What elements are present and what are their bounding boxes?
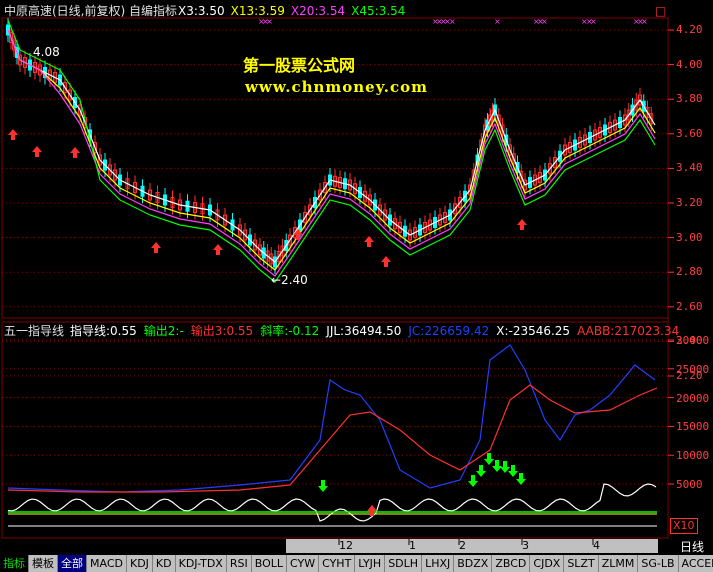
time-axis-label: 3 bbox=[522, 539, 529, 552]
ma-legend: X3:3.50 X13:3.59 X20:3.54 X45:3.54 bbox=[178, 4, 405, 18]
indicator-tick-label: 15000 bbox=[676, 420, 710, 434]
indicator-legend-item: 指导线:0.55 bbox=[70, 324, 137, 338]
indicator-legend: 指导线:0.55 输出2:- 输出3:0.55 斜率:-0.12 JJL:36494.5… bbox=[70, 324, 679, 338]
indicator-tab-bar: 指标 模板 全部 MACD KDJ KD KDJ-TDX RSI BOLL CYW CYHT LYJH… bbox=[0, 555, 713, 572]
price-tick-label: 4.20 bbox=[676, 23, 703, 36]
time-axis-label: 4 bbox=[593, 539, 600, 552]
indicator-legend-item: JJL:36494.50 bbox=[326, 324, 402, 338]
signal-marker: × bbox=[449, 17, 456, 26]
sell-arrow-icon bbox=[516, 473, 526, 485]
tab-sg-lb[interactable]: SG-LB bbox=[638, 555, 679, 572]
low-price-label: ←2.40 bbox=[271, 273, 308, 287]
indicator-tick-label: 20000 bbox=[676, 391, 710, 405]
signal-marker: × bbox=[590, 17, 597, 26]
indicator-legend-item: AABB:217023.34 bbox=[577, 324, 680, 338]
tab-accer[interactable]: ACCER bbox=[679, 555, 713, 572]
ma-legend-item: X20:3.54 bbox=[290, 4, 346, 18]
buy-arrow-icon bbox=[517, 219, 527, 230]
buy-arrow-icon bbox=[8, 129, 18, 140]
tab-zlmm[interactable]: ZLMM bbox=[599, 555, 639, 572]
period-label[interactable]: 日线 bbox=[680, 540, 704, 554]
tab-macd[interactable]: MACD bbox=[87, 555, 127, 572]
aabb-line bbox=[7, 384, 658, 493]
indicator-legend-item: 斜率:-0.12 bbox=[260, 324, 320, 338]
tab-sdlh[interactable]: SDLH bbox=[385, 555, 423, 572]
tab-lyjh[interactable]: LYJH bbox=[355, 555, 386, 572]
tab-kdj-tdx[interactable]: KDJ-TDX bbox=[176, 555, 227, 572]
tab-kdj[interactable]: KDJ bbox=[127, 555, 153, 572]
buy-arrow-icon bbox=[70, 147, 80, 158]
sell-arrow-icon bbox=[484, 453, 494, 465]
ma-legend-item: X3:3.50 bbox=[178, 4, 225, 18]
price-tick-label: 3.20 bbox=[676, 196, 703, 209]
signal-marker: × bbox=[641, 17, 648, 26]
high-price-label: 4.08 bbox=[33, 45, 60, 59]
sell-arrow-icon bbox=[508, 465, 518, 477]
tab-指标[interactable]: 指标 bbox=[0, 555, 29, 572]
tab-cjdx[interactable]: CJDX bbox=[530, 555, 565, 572]
indicator-tick-label: 5000 bbox=[676, 478, 703, 491]
sell-arrow-icon bbox=[476, 465, 486, 477]
indicator-legend-item: 输出3:0.55 bbox=[190, 324, 254, 338]
price-tick-label: 3.60 bbox=[676, 126, 703, 140]
guide-line bbox=[7, 483, 657, 522]
signal-marker: × bbox=[266, 17, 273, 26]
indicator-legend-item: X:-23546.25 bbox=[496, 324, 571, 338]
buy-arrow-icon bbox=[213, 244, 223, 255]
tab-全部[interactable]: 全部 bbox=[58, 555, 87, 572]
buy-arrow-icon bbox=[381, 256, 391, 267]
indicator-tick-label: 30000 bbox=[676, 334, 710, 347]
tab-rsi[interactable]: RSI bbox=[227, 555, 252, 572]
indicator-name: 五一指导线 bbox=[4, 324, 65, 338]
buy-arrow-icon bbox=[151, 242, 161, 253]
indicator-panel-frame bbox=[1, 321, 669, 539]
tab-cyw[interactable]: CYW bbox=[287, 555, 320, 572]
scale-label: X10 bbox=[670, 518, 698, 534]
price-tick-label: 3.80 bbox=[676, 92, 703, 106]
chart-title: 中原高速(日线,前复权) 自编指标 bbox=[4, 4, 177, 18]
indicator-tick-label: 10000 bbox=[676, 449, 710, 463]
indicator-tick-label: 25000 bbox=[676, 362, 710, 376]
price-tick-label: 3.40 bbox=[676, 161, 703, 175]
tab-bdzx[interactable]: BDZX bbox=[454, 555, 493, 572]
buy-arrow-icon bbox=[364, 236, 374, 247]
ma-legend-item: X13:3.59 bbox=[230, 4, 285, 18]
tab-lhxj[interactable]: LHXJ bbox=[422, 555, 455, 572]
watermark-title: 第一股票公式网 bbox=[243, 56, 356, 75]
price-tick-label: 3.00 bbox=[676, 230, 703, 244]
price-tick-label: 2.60 bbox=[676, 299, 703, 313]
sell-arrow-icon bbox=[492, 460, 502, 472]
tab-kd[interactable]: KD bbox=[153, 555, 176, 572]
time-axis: 12 1 2 3 4 bbox=[286, 539, 658, 553]
price-tick-label: 4.00 bbox=[676, 57, 703, 71]
tab-cyht[interactable]: CYHT bbox=[319, 555, 356, 572]
ma-legend-item: X45:3.54 bbox=[351, 4, 406, 18]
sell-arrow-icon bbox=[318, 480, 328, 492]
signal-marker: × bbox=[541, 17, 548, 26]
window-restore-icon[interactable]: □ bbox=[655, 4, 666, 18]
sell-arrow-icon bbox=[468, 475, 478, 487]
jc-line bbox=[7, 344, 656, 493]
tab-zbcd[interactable]: ZBCD bbox=[492, 555, 531, 572]
indicator-legend-item: 输出2:- bbox=[143, 324, 184, 338]
time-axis-label: 12 bbox=[339, 539, 353, 552]
price-tick-label: 2.80 bbox=[676, 265, 703, 279]
watermark-url: www.chnmoney.com bbox=[245, 78, 428, 96]
signal-marker: × bbox=[494, 17, 501, 26]
tab-模板[interactable]: 模板 bbox=[29, 555, 58, 572]
tab-boll[interactable]: BOLL bbox=[252, 555, 287, 572]
buy-arrow-icon bbox=[32, 146, 42, 157]
time-axis-label: 1 bbox=[409, 539, 416, 552]
time-axis-label: 2 bbox=[459, 539, 466, 552]
indicator-legend-item: JC:226659.42 bbox=[408, 324, 490, 338]
tab-slzt[interactable]: SLZT bbox=[564, 555, 599, 572]
